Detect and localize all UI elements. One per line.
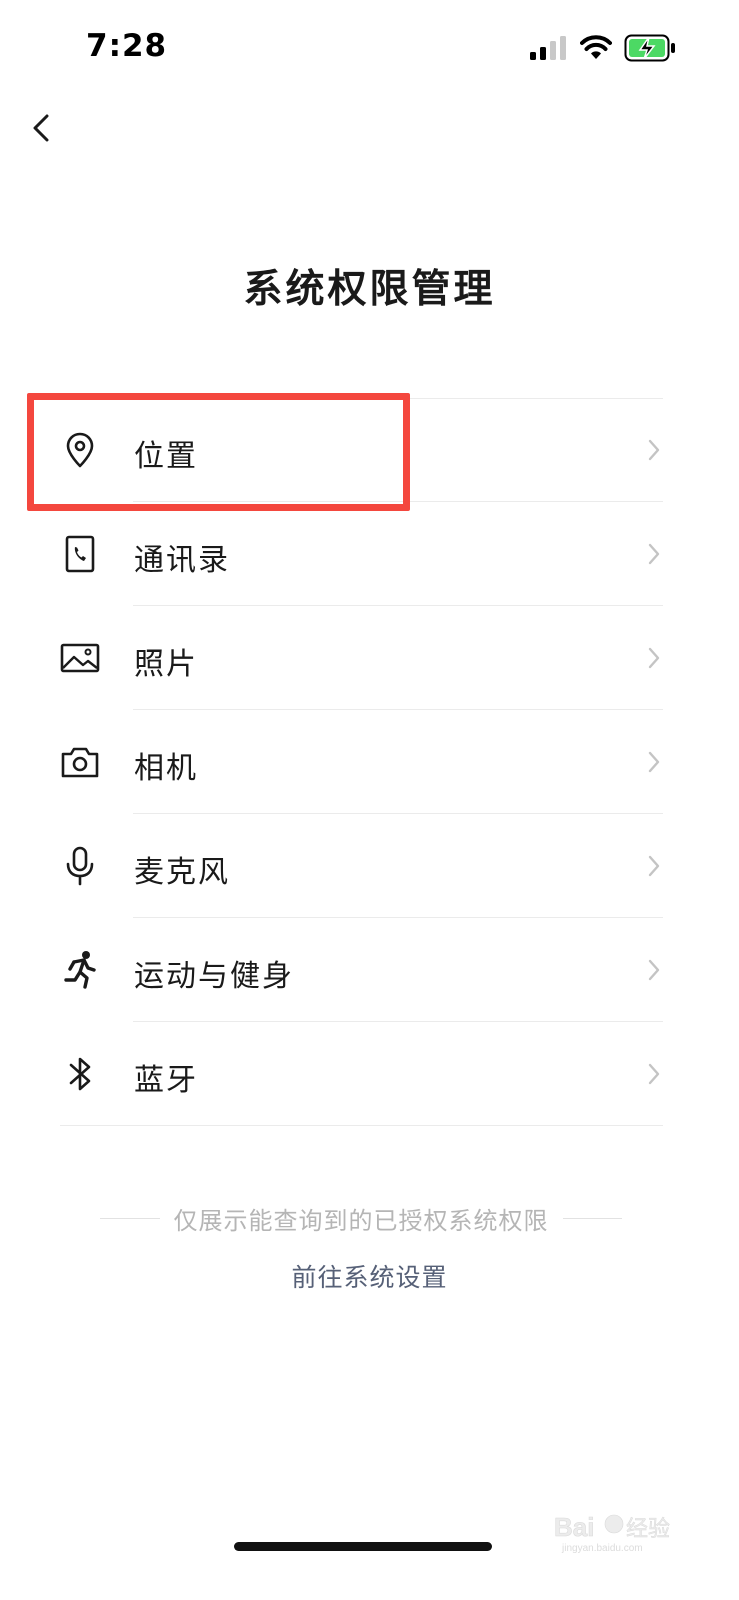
permission-row-fitness[interactable]: 运动与健身 [0, 918, 739, 1022]
battery-charging-icon [624, 34, 675, 62]
chevron-right-icon [648, 855, 660, 877]
camera-icon [61, 747, 99, 778]
back-button[interactable] [20, 106, 64, 150]
permission-label: 通讯录 [134, 543, 230, 578]
chevron-right-icon [648, 751, 660, 773]
go-to-settings-link[interactable]: 前往系统设置 [0, 1258, 739, 1294]
bluetooth-icon [69, 1057, 91, 1091]
permission-label: 位置 [134, 439, 198, 474]
status-time: 7:28 [86, 28, 168, 64]
permission-row-microphone[interactable]: 麦克风 [0, 814, 739, 918]
running-icon [64, 951, 96, 989]
photo-icon [60, 643, 100, 673]
chevron-right-icon [648, 1063, 660, 1085]
permission-label: 蓝牙 [134, 1063, 198, 1098]
permission-row-photos[interactable]: 照片 [0, 606, 739, 710]
divider [60, 1125, 663, 1126]
note-text: 仅展示能查询到的已授权系统权限 [173, 1206, 549, 1235]
svg-text:经验: 经验 [626, 1517, 670, 1542]
chevron-right-icon [648, 647, 660, 669]
permission-row-camera[interactable]: 相机 [0, 710, 739, 814]
microphone-icon [66, 846, 94, 886]
permission-label: 相机 [134, 751, 198, 786]
home-indicator[interactable] [234, 1542, 492, 1551]
contacts-phone-icon [65, 535, 95, 573]
divider [562, 1217, 622, 1219]
svg-text:jingyan.baidu.com: jingyan.baidu.com [561, 1543, 643, 1554]
page-title: 系统权限管理 [243, 267, 496, 312]
wifi-icon [580, 35, 612, 59]
status-bar: 7:28 [0, 0, 739, 96]
svg-text:Bai: Bai [554, 1512, 594, 1542]
permission-row-contacts[interactable]: 通讯录 [0, 502, 739, 606]
baidu-jingyan-watermark: Bai 经验 jingyan.baidu.com [554, 1512, 671, 1554]
permission-list: 位置 通讯录 照片 相机 麦克风 运动与健身 蓝牙 [0, 398, 739, 1126]
permission-row-location[interactable]: 位置 [0, 398, 739, 502]
footer-note: 仅展示能查询到的已授权系统权限 [100, 1200, 622, 1236]
permission-row-bluetooth[interactable]: 蓝牙 [0, 1022, 739, 1126]
permission-label: 照片 [134, 647, 198, 682]
location-pin-icon [66, 432, 94, 468]
chevron-right-icon [648, 543, 660, 565]
divider [100, 1217, 160, 1219]
permission-label: 运动与健身 [134, 959, 294, 994]
chevron-right-icon [648, 439, 660, 461]
cellular-signal-icon [530, 36, 566, 60]
chevron-right-icon [648, 959, 660, 981]
permission-label: 麦克风 [134, 855, 230, 890]
